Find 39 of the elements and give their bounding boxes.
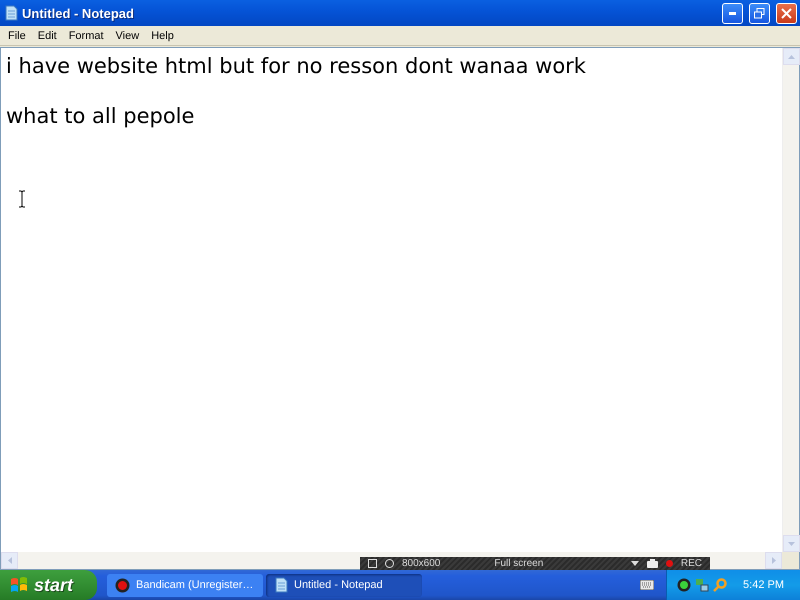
window-icon (368, 559, 377, 568)
text-line: what to all pepole (6, 104, 196, 128)
size-grip[interactable] (782, 552, 799, 569)
menu-item[interactable]: File (2, 30, 32, 42)
record-dot-icon (666, 560, 673, 567)
text-cursor-icon (18, 190, 26, 208)
notepad-icon (274, 577, 288, 593)
menu-item[interactable]: Format (62, 30, 110, 42)
keyboard-icon[interactable] (640, 580, 654, 590)
close-icon (781, 8, 792, 18)
up-arrow-icon (788, 54, 795, 58)
minimize-button[interactable] (722, 2, 743, 24)
down-arrow-icon (788, 542, 795, 546)
window-title: Untitled - Notepad (22, 6, 135, 20)
status-light-icon[interactable] (677, 578, 692, 592)
camera-icon[interactable] (646, 559, 658, 568)
resolution-label: 800x600 (402, 558, 440, 570)
dropdown-arrow-icon[interactable] (630, 561, 639, 566)
restore-button[interactable] (749, 2, 770, 24)
close-button[interactable] (776, 2, 797, 24)
restore-icon (754, 8, 765, 18)
notepad-icon (4, 5, 18, 21)
network-icon[interactable] (695, 578, 710, 592)
mode-label: Full screen (494, 558, 544, 570)
taskbar-button[interactable]: Bandicam (Unregister… (107, 574, 263, 596)
minimize-icon (728, 11, 736, 15)
record-button-icon (115, 578, 130, 592)
menu-item[interactable]: Help (145, 30, 180, 42)
start-button[interactable]: start (0, 570, 97, 600)
menu-item[interactable]: View (110, 30, 146, 42)
text-line: i have website html but for no resson dont wanaa work (6, 54, 587, 78)
right-arrow-icon (772, 557, 776, 564)
clock-icon (385, 559, 394, 568)
windows-logo-icon (10, 576, 28, 594)
left-arrow-icon (8, 557, 12, 564)
rec-label[interactable]: REC (680, 558, 702, 570)
taskbar-button[interactable]: Untitled - Notepad (266, 574, 422, 596)
vertical-scrollbar[interactable] (782, 48, 799, 552)
menu-item[interactable]: Edit (32, 30, 63, 42)
